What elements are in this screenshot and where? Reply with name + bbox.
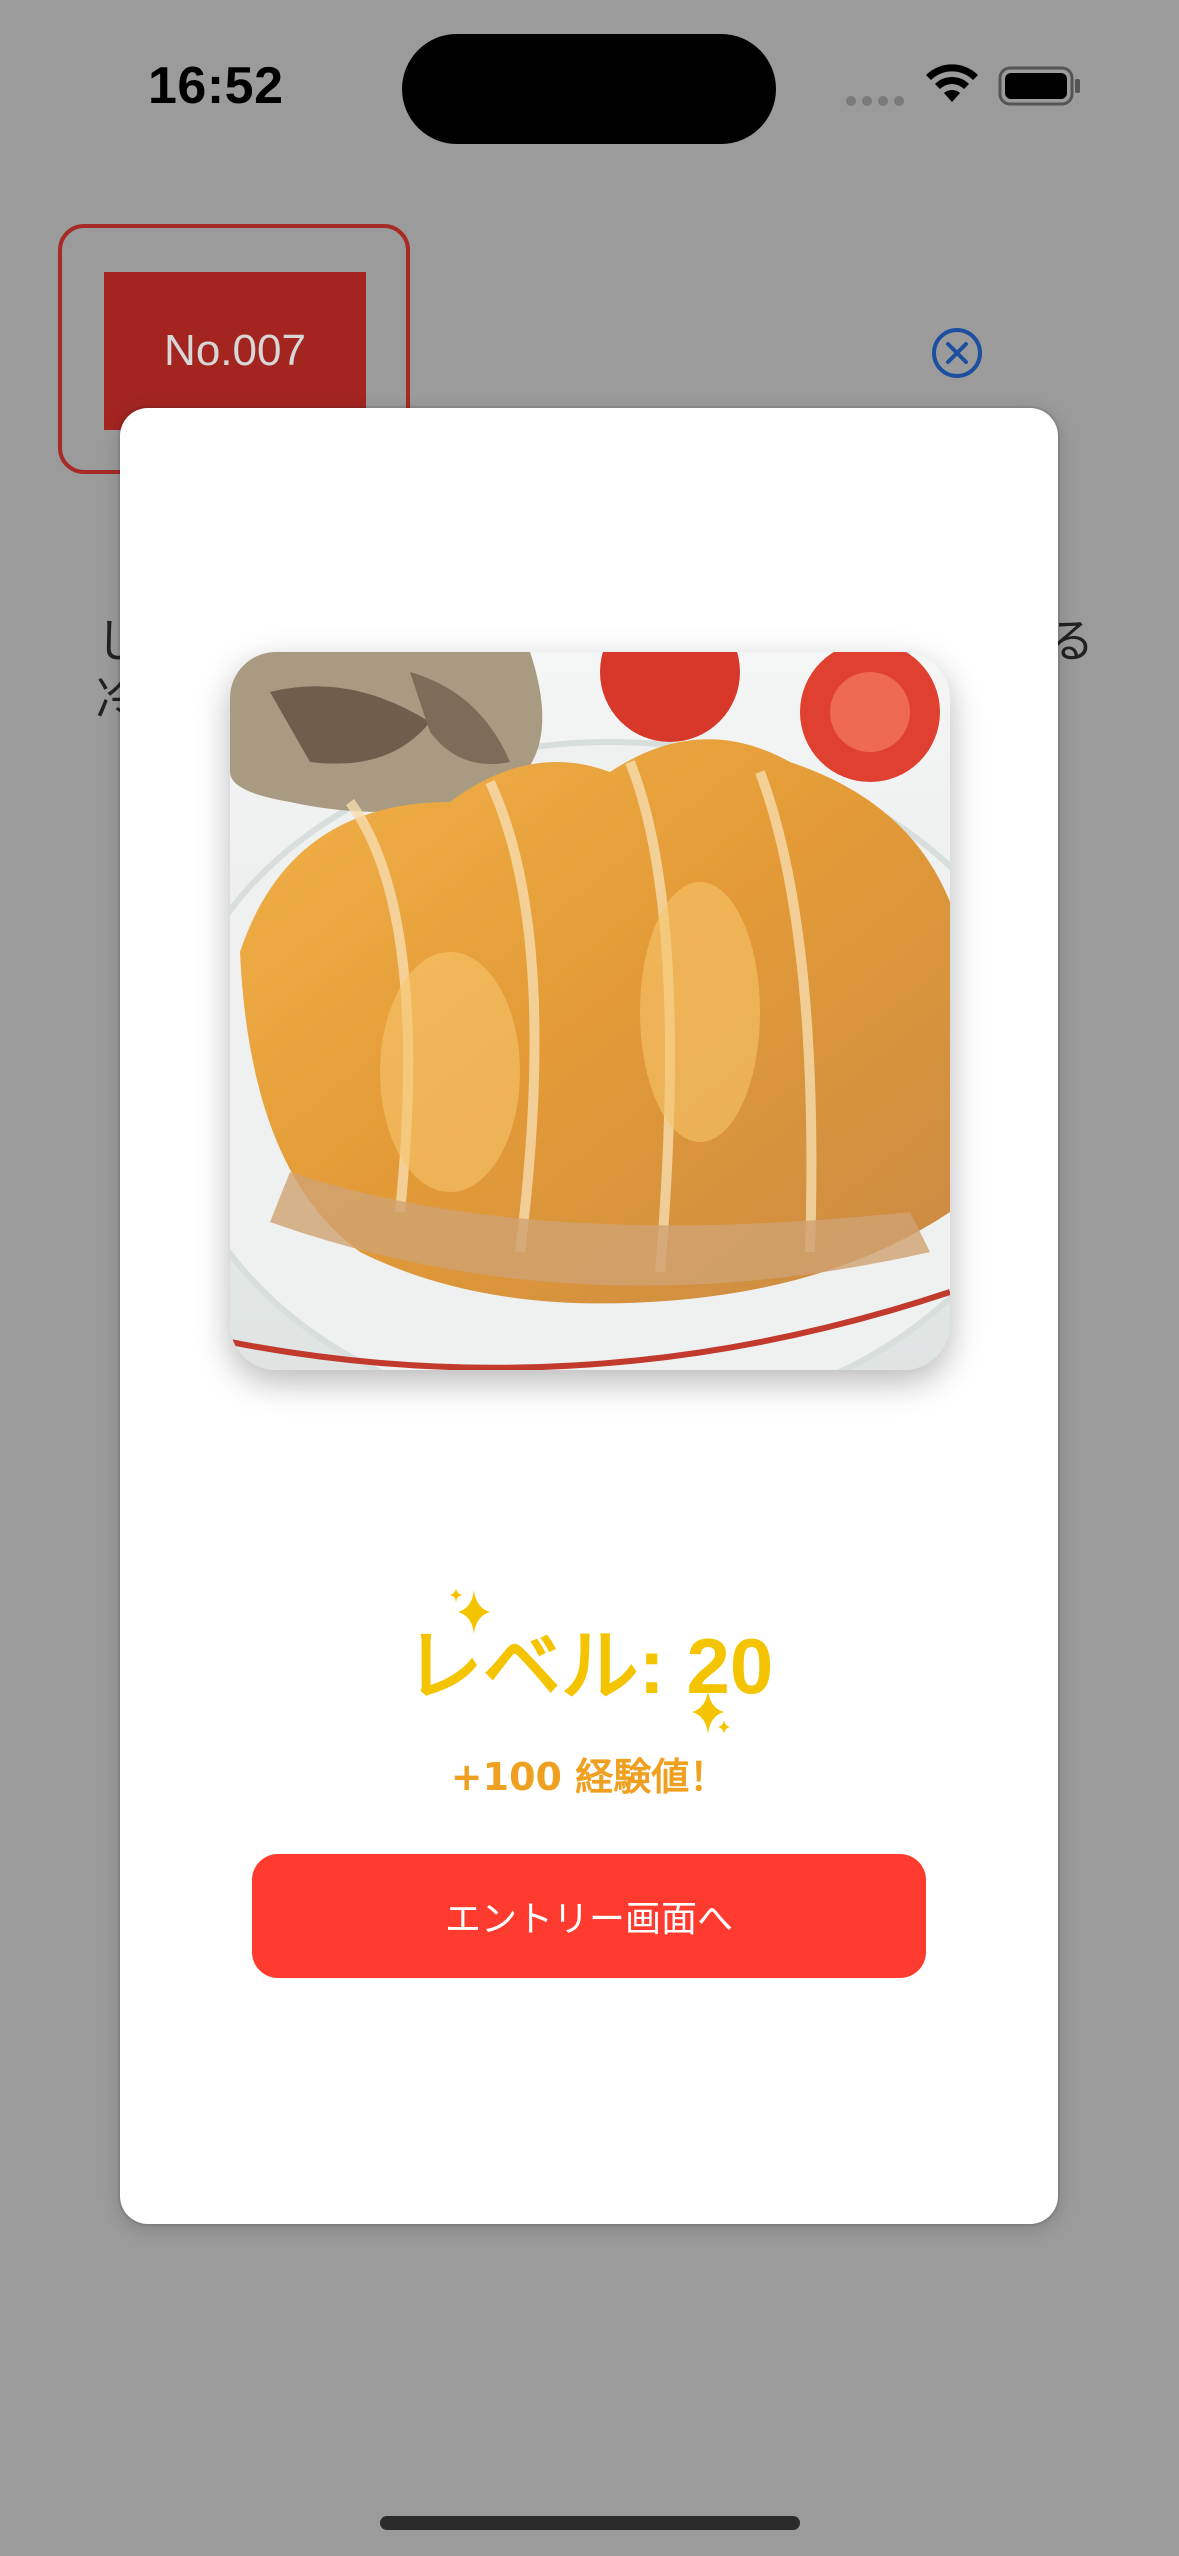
dynamic-island <box>402 34 776 144</box>
sparkle-icon <box>692 1690 730 1734</box>
home-indicator[interactable] <box>380 2516 800 2530</box>
level-up-modal: レベル: 20 +100 経験値！ エントリー画面へ <box>120 408 1058 2224</box>
food-photo <box>230 652 950 1370</box>
close-circle-icon[interactable] <box>930 326 984 380</box>
cellular-signal-icon <box>846 96 904 106</box>
wifi-icon <box>926 64 978 102</box>
level-text: レベル: 20 <box>404 1622 774 1710</box>
number-badge: No.007 <box>104 272 366 430</box>
experience-text: +100 経験値！ <box>450 1755 728 1799</box>
entry-screen-button[interactable]: エントリー画面へ <box>252 1854 926 1978</box>
status-time: 16:52 <box>148 57 284 115</box>
battery-icon <box>998 66 1080 106</box>
